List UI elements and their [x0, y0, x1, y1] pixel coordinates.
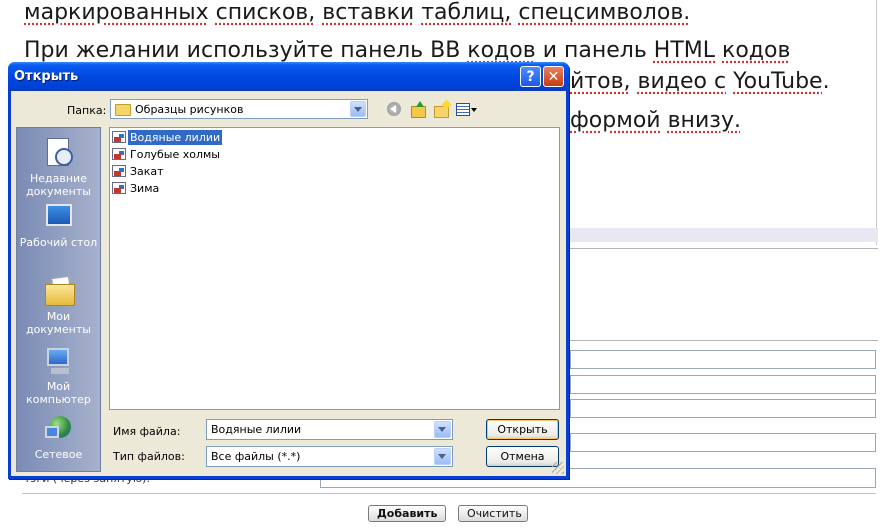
place-desktop[interactable]: Рабочий стол — [17, 202, 100, 249]
dialog-titlebar[interactable]: Открыть ? ✕ — [8, 62, 569, 91]
chevron-down-icon — [471, 108, 477, 112]
look-in-dropdown[interactable]: Образцы рисунков — [110, 99, 368, 119]
close-icon: ✕ — [547, 69, 560, 85]
open-file-dialog: Открыть ? ✕ Папка: Образцы рисунков Неда… — [8, 62, 569, 479]
chevron-down-icon[interactable] — [434, 421, 451, 438]
place-label: Недавние документы — [26, 172, 91, 198]
help-button[interactable]: ? — [520, 66, 541, 87]
editor-text-line-1: маркированных списков, вставки таблиц, с… — [24, 0, 691, 25]
editor-text-line-3: йтов, видео с YouTube. — [570, 69, 830, 94]
resize-grip-icon[interactable] — [552, 462, 564, 474]
form-divider — [560, 340, 878, 341]
file-item[interactable]: Водяные лилии — [112, 130, 223, 145]
views-menu-button[interactable] — [455, 101, 479, 117]
views-icon — [456, 103, 470, 116]
network-icon — [43, 414, 75, 444]
editor-text-line-4: формой внизу. — [570, 108, 741, 133]
file-list[interactable]: Водяные лилии Голубые холмы Закат Зима — [109, 127, 560, 410]
file-item[interactable]: Зима — [112, 181, 161, 196]
dialog-body: Папка: Образцы рисунков Недавние докумен… — [11, 91, 566, 476]
open-button[interactable]: Открыть — [486, 419, 559, 440]
folder-icon — [115, 104, 131, 116]
file-type-dropdown[interactable]: Все файлы (*.*) — [206, 446, 453, 467]
file-item[interactable]: Голубые холмы — [112, 147, 222, 162]
form-input-field[interactable] — [570, 399, 876, 418]
file-type-value: Все файлы (*.*) — [211, 450, 301, 463]
editor-bottom-band — [560, 228, 878, 242]
my-documents-icon — [43, 275, 75, 306]
place-label: Сетевое — [34, 448, 83, 461]
place-label: Рабочий стол — [19, 236, 98, 249]
place-my-computer[interactable]: Мой компьютер — [17, 346, 100, 406]
place-label: Мои документы — [26, 310, 91, 336]
my-computer-icon — [43, 346, 75, 376]
editor-text-line-2: При желании используйте панель BB кодов … — [24, 38, 791, 63]
desktop-icon — [43, 202, 75, 232]
back-button[interactable] — [386, 101, 404, 117]
places-bar: Недавние документы Рабочий стол Мои доку… — [16, 127, 101, 472]
add-button[interactable]: Добавить — [368, 505, 446, 522]
place-recent-documents[interactable]: Недавние документы — [17, 138, 100, 198]
form-input-field[interactable] — [570, 350, 876, 369]
up-folder-button[interactable] — [410, 101, 428, 118]
place-network[interactable]: Сетевое — [17, 414, 100, 461]
file-type-label: Тип файлов: — [113, 450, 185, 463]
image-file-icon — [112, 131, 126, 143]
cancel-button[interactable]: Отмена — [486, 446, 559, 467]
form-separator — [22, 493, 876, 494]
image-file-icon — [112, 148, 126, 160]
file-item[interactable]: Закат — [112, 164, 166, 179]
file-name-value: Водяные лилии — [211, 423, 302, 436]
look-in-label: Папка: — [67, 104, 107, 117]
place-my-documents[interactable]: Мои документы — [17, 275, 100, 336]
image-file-icon — [112, 165, 126, 177]
recent-documents-icon — [43, 138, 75, 168]
dialog-title: Открыть — [14, 69, 79, 84]
form-input-field[interactable] — [570, 433, 876, 452]
form-input-field[interactable] — [570, 375, 876, 394]
file-name-label: Имя файла: — [113, 425, 181, 438]
file-name-input[interactable]: Водяные лилии — [206, 419, 453, 440]
up-folder-icon — [411, 106, 426, 118]
chevron-down-icon[interactable] — [434, 448, 451, 465]
chevron-down-icon[interactable] — [350, 101, 366, 117]
place-label: Мой компьютер — [26, 380, 91, 406]
clear-button[interactable]: Очистить — [458, 505, 528, 522]
help-icon: ? — [526, 69, 535, 85]
image-file-icon — [112, 182, 126, 194]
look-in-value: Образцы рисунков — [135, 103, 244, 116]
close-button[interactable]: ✕ — [543, 66, 564, 87]
editor-right-border — [876, 0, 877, 245]
form-divider — [560, 248, 878, 249]
new-folder-button[interactable] — [433, 99, 452, 118]
